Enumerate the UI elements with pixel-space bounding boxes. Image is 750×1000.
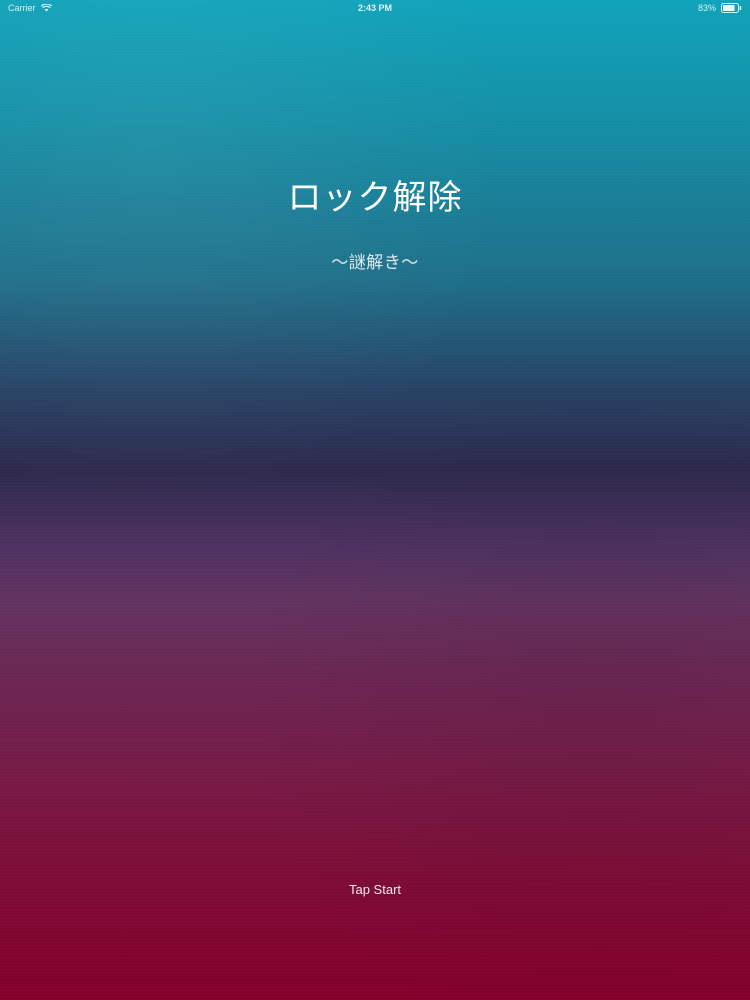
wifi-icon — [40, 4, 52, 12]
status-bar: Carrier 2:43 PM 83% — [0, 0, 750, 16]
battery-percentage: 83% — [697, 3, 716, 13]
carrier-label: Carrier — [8, 3, 36, 13]
status-time: 2:43 PM — [357, 3, 393, 13]
tap-start-button[interactable]: Tap Start — [315, 874, 435, 904]
status-right: 83% — [698, 3, 742, 13]
page-title: ロック解除 — [287, 178, 463, 218]
page-subtitle: ～謎解き～ — [331, 253, 419, 273]
background-texture — [0, 0, 750, 1000]
screen: Carrier 2:43 PM 83% ロック解除 ～謎解き～ Tap Star… — [0, 0, 750, 1000]
status-left: Carrier — [8, 3, 52, 13]
battery-icon — [721, 3, 742, 13]
